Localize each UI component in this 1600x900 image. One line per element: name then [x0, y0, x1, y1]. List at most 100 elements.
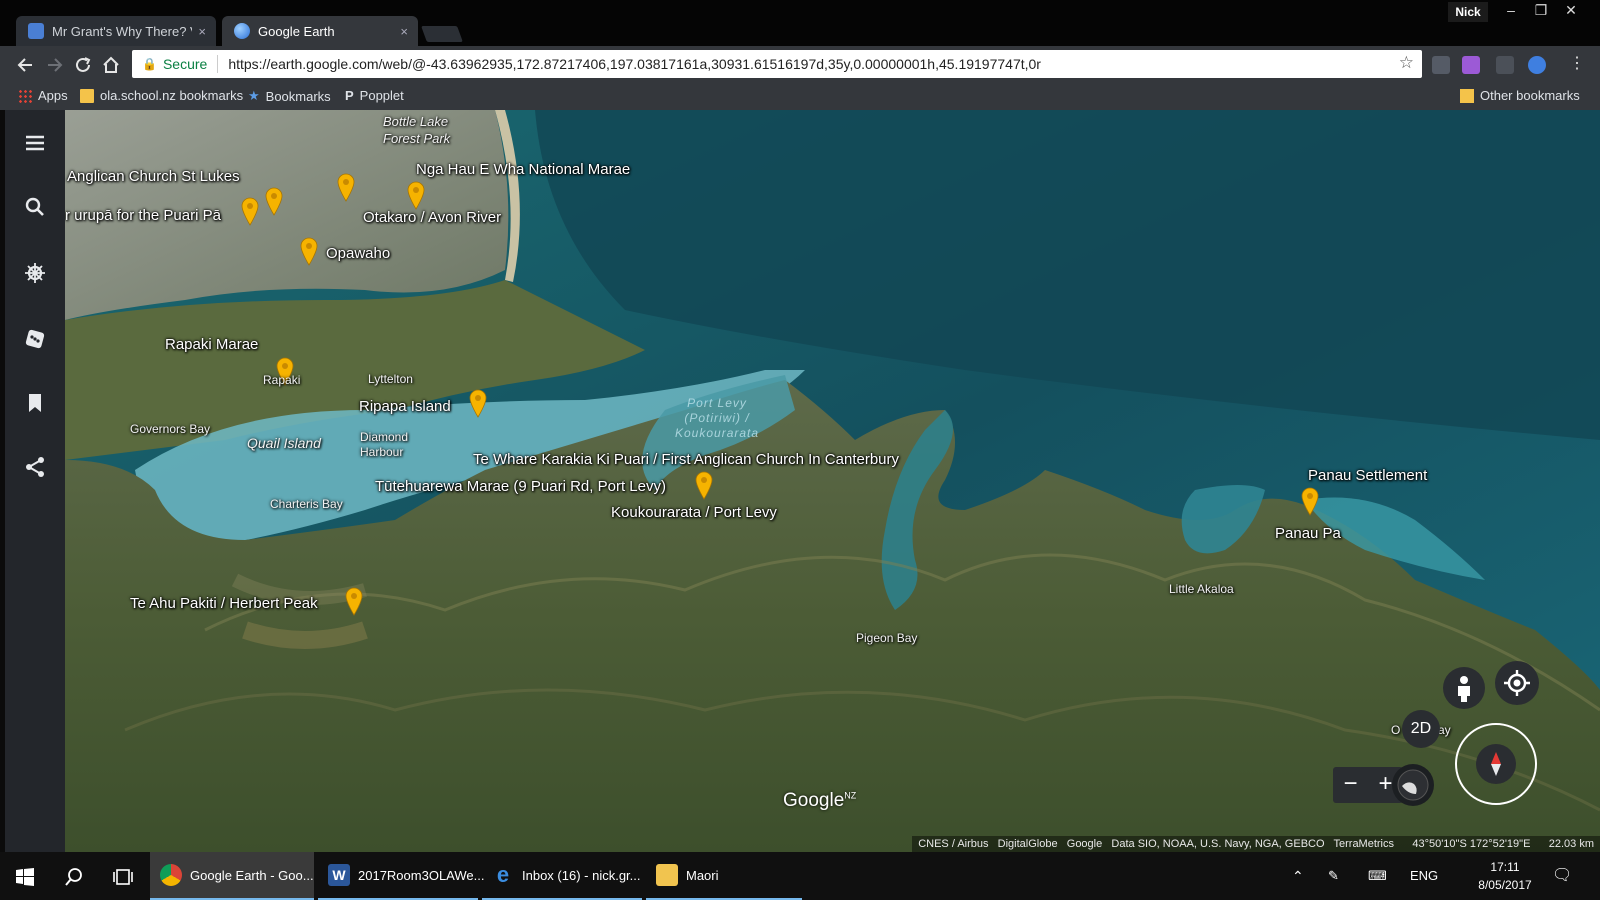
label-te-ahu-pakiti[interactable]: Te Ahu Pakiti / Herbert Peak [130, 595, 318, 612]
label-anglican-church-st-lukes[interactable]: Anglican Church St Lukes [67, 168, 240, 185]
taskbar-app-maori-folder[interactable]: Maori [646, 852, 802, 900]
cast-icon[interactable] [1496, 56, 1514, 74]
clock-time: 17:11 [1490, 860, 1520, 874]
pen-workspace-icon[interactable]: ✎ [1328, 852, 1339, 900]
forward-arrow-icon [48, 58, 63, 72]
menu-icon[interactable] [22, 130, 48, 156]
bookmark-label: ola.school.nz bookmarks [100, 88, 244, 103]
label-little-akaloa: Little Akaloa [1169, 582, 1234, 596]
label-te-whare-karakia[interactable]: Te Whare Karakia Ki Puari / First Anglic… [473, 451, 899, 468]
placemark-pin[interactable] [406, 180, 426, 210]
address-bar[interactable]: 🔒 Secure https://earth.google.com/web/@-… [132, 50, 1422, 78]
profile-button[interactable]: Nick [1448, 2, 1488, 22]
feeling-lucky-dice-icon[interactable] [22, 326, 48, 352]
taskbar-app-label: 2017Room3OLAWe... [358, 867, 485, 883]
tab-mr-grants-why-there[interactable]: Mr Grant's Why There? V × [16, 16, 216, 46]
my-places-bookmark-icon[interactable] [22, 390, 48, 416]
windows-start-icon[interactable] [14, 866, 36, 888]
task-view-icon[interactable] [112, 866, 134, 888]
placemark-pin[interactable] [240, 196, 260, 226]
taskbar-app-edge-inbox[interactable]: e Inbox (16) - nick.gr... [482, 852, 642, 900]
my-location-button[interactable] [1495, 661, 1539, 705]
tab-google-earth[interactable]: Google Earth × [222, 16, 418, 46]
placemark-pin[interactable] [694, 470, 714, 500]
voyager-wheel-icon[interactable] [22, 260, 48, 286]
extension-icon[interactable] [1432, 56, 1450, 74]
reload-button[interactable] [72, 54, 94, 76]
water-label-text: Port Levy (Potiriwi) / Koukourarata [675, 396, 760, 440]
extension-icon[interactable] [1528, 56, 1546, 74]
placemark-pin[interactable] [1300, 486, 1320, 516]
bookmark-label: Other bookmarks [1480, 88, 1580, 103]
taskbar-app-label: Inbox (16) - nick.gr... [522, 867, 641, 883]
popplet-icon: P [345, 88, 354, 103]
maximize-button[interactable]: ❐ [1526, 0, 1556, 22]
bookmark-apps[interactable]: Apps [18, 88, 68, 103]
label-tutehuarewa-marae[interactable]: Tūtehuarewa Marae (9 Puari Rd, Port Levy… [375, 478, 666, 495]
pegman-street-view-button[interactable] [1443, 667, 1485, 709]
label-panau-settlement[interactable]: Panau Settlement [1308, 467, 1427, 484]
search-icon[interactable] [22, 194, 48, 220]
zoom-out-button[interactable]: − [1333, 767, 1368, 803]
home-button[interactable] [100, 54, 122, 76]
show-hidden-icons-chevron[interactable]: ⌃ [1292, 852, 1304, 900]
action-center-icon[interactable]: 🗨 [1552, 852, 1572, 900]
label-pigeon-bay: Pigeon Bay [856, 631, 918, 645]
label-panau-pa[interactable]: Panau Pa [1275, 525, 1341, 542]
folder-icon [80, 88, 94, 103]
tab-title: Mr Grant's Why There? V [52, 23, 193, 39]
input-language-indicator[interactable]: ENG [1410, 852, 1438, 900]
label-otakaro-avon-river[interactable]: Otakaro / Avon River [363, 209, 501, 226]
bookmark-star-icon[interactable]: ☆ [1399, 53, 1414, 73]
mini-globe-icon [1397, 769, 1429, 801]
chrome-icon [160, 864, 182, 886]
placemark-pin[interactable] [468, 388, 488, 418]
touch-keyboard-icon[interactable]: ⌨ [1368, 852, 1387, 900]
new-tab-button[interactable] [421, 26, 463, 42]
close-tab-icon[interactable]: × [400, 24, 408, 39]
clock-date: 8/05/2017 [1478, 878, 1532, 892]
placemark-pin[interactable] [336, 172, 356, 202]
placemark-pin[interactable] [344, 586, 364, 616]
file-explorer-folder-icon [656, 864, 678, 886]
label-opawaho[interactable]: Opawaho [326, 245, 390, 262]
bookmark-popplet[interactable]: P Popplet [345, 88, 404, 103]
minimize-button[interactable]: – [1496, 0, 1526, 22]
bookmark-label: Bookmarks [265, 88, 331, 104]
home-icon [103, 56, 119, 73]
toggle-2d-view-button[interactable]: 2D [1402, 710, 1440, 748]
search-icon[interactable] [63, 866, 85, 888]
placemark-pin[interactable] [299, 236, 319, 266]
extension-icon[interactable] [1462, 56, 1480, 74]
bookmark-ola-school[interactable]: ola.school.nz bookmarks [80, 88, 243, 103]
label-koukourarata-port-levy[interactable]: Koukourarata / Port Levy [611, 504, 777, 521]
placemark-pin[interactable] [264, 186, 284, 216]
share-icon[interactable] [22, 454, 48, 480]
close-window-button[interactable]: ✕ [1556, 0, 1586, 22]
bookmark-bookmarks[interactable]: ★ Bookmarks [248, 88, 331, 104]
label-nga-hau-e-wha-marae[interactable]: Nga Hau E Wha National Marae [416, 161, 630, 178]
google-docs-icon [28, 23, 44, 39]
tab-strip: Mr Grant's Why There? V × Google Earth ×… [0, 0, 1600, 46]
label-bottle-lake-forest-park[interactable]: Bottle Lake Forest Park [383, 113, 450, 147]
back-button[interactable] [14, 54, 36, 76]
label-diamond-harbour: Diamond Harbour [360, 430, 409, 459]
bookmark-other[interactable]: Other bookmarks [1460, 88, 1580, 103]
taskbar-app-google-earth[interactable]: Google Earth - Goo... [150, 852, 314, 900]
bookmark-label: Popplet [359, 88, 404, 103]
mini-globe-button[interactable] [1392, 764, 1434, 806]
compass-button[interactable] [1455, 723, 1537, 805]
chrome-menu-icon[interactable]: ⋮ [1566, 54, 1588, 76]
url-text[interactable]: https://earth.google.com/web/@-43.639629… [228, 56, 1422, 72]
windows-taskbar: Google Earth - Goo... W 2017Room3OLAWe..… [0, 852, 1600, 900]
earth-map-view[interactable]: Port Levy (Potiriwi) / Koukourarata Bott… [65, 110, 1600, 852]
system-clock[interactable]: 17:11 8/05/2017 [1470, 858, 1540, 894]
label-ripapa-island[interactable]: Ripapa Island [359, 398, 451, 415]
label-quail-island: Quail Island [247, 435, 321, 451]
label-rapaki-marae[interactable]: Rapaki Marae [165, 336, 258, 353]
close-tab-icon[interactable]: × [198, 24, 206, 39]
forward-button[interactable] [44, 54, 66, 76]
apps-grid-icon [18, 88, 32, 103]
taskbar-app-word-document[interactable]: W 2017Room3OLAWe... [318, 852, 484, 900]
label-urupa-puari-pa[interactable]: r urupā for the Puari Pā [65, 207, 221, 224]
